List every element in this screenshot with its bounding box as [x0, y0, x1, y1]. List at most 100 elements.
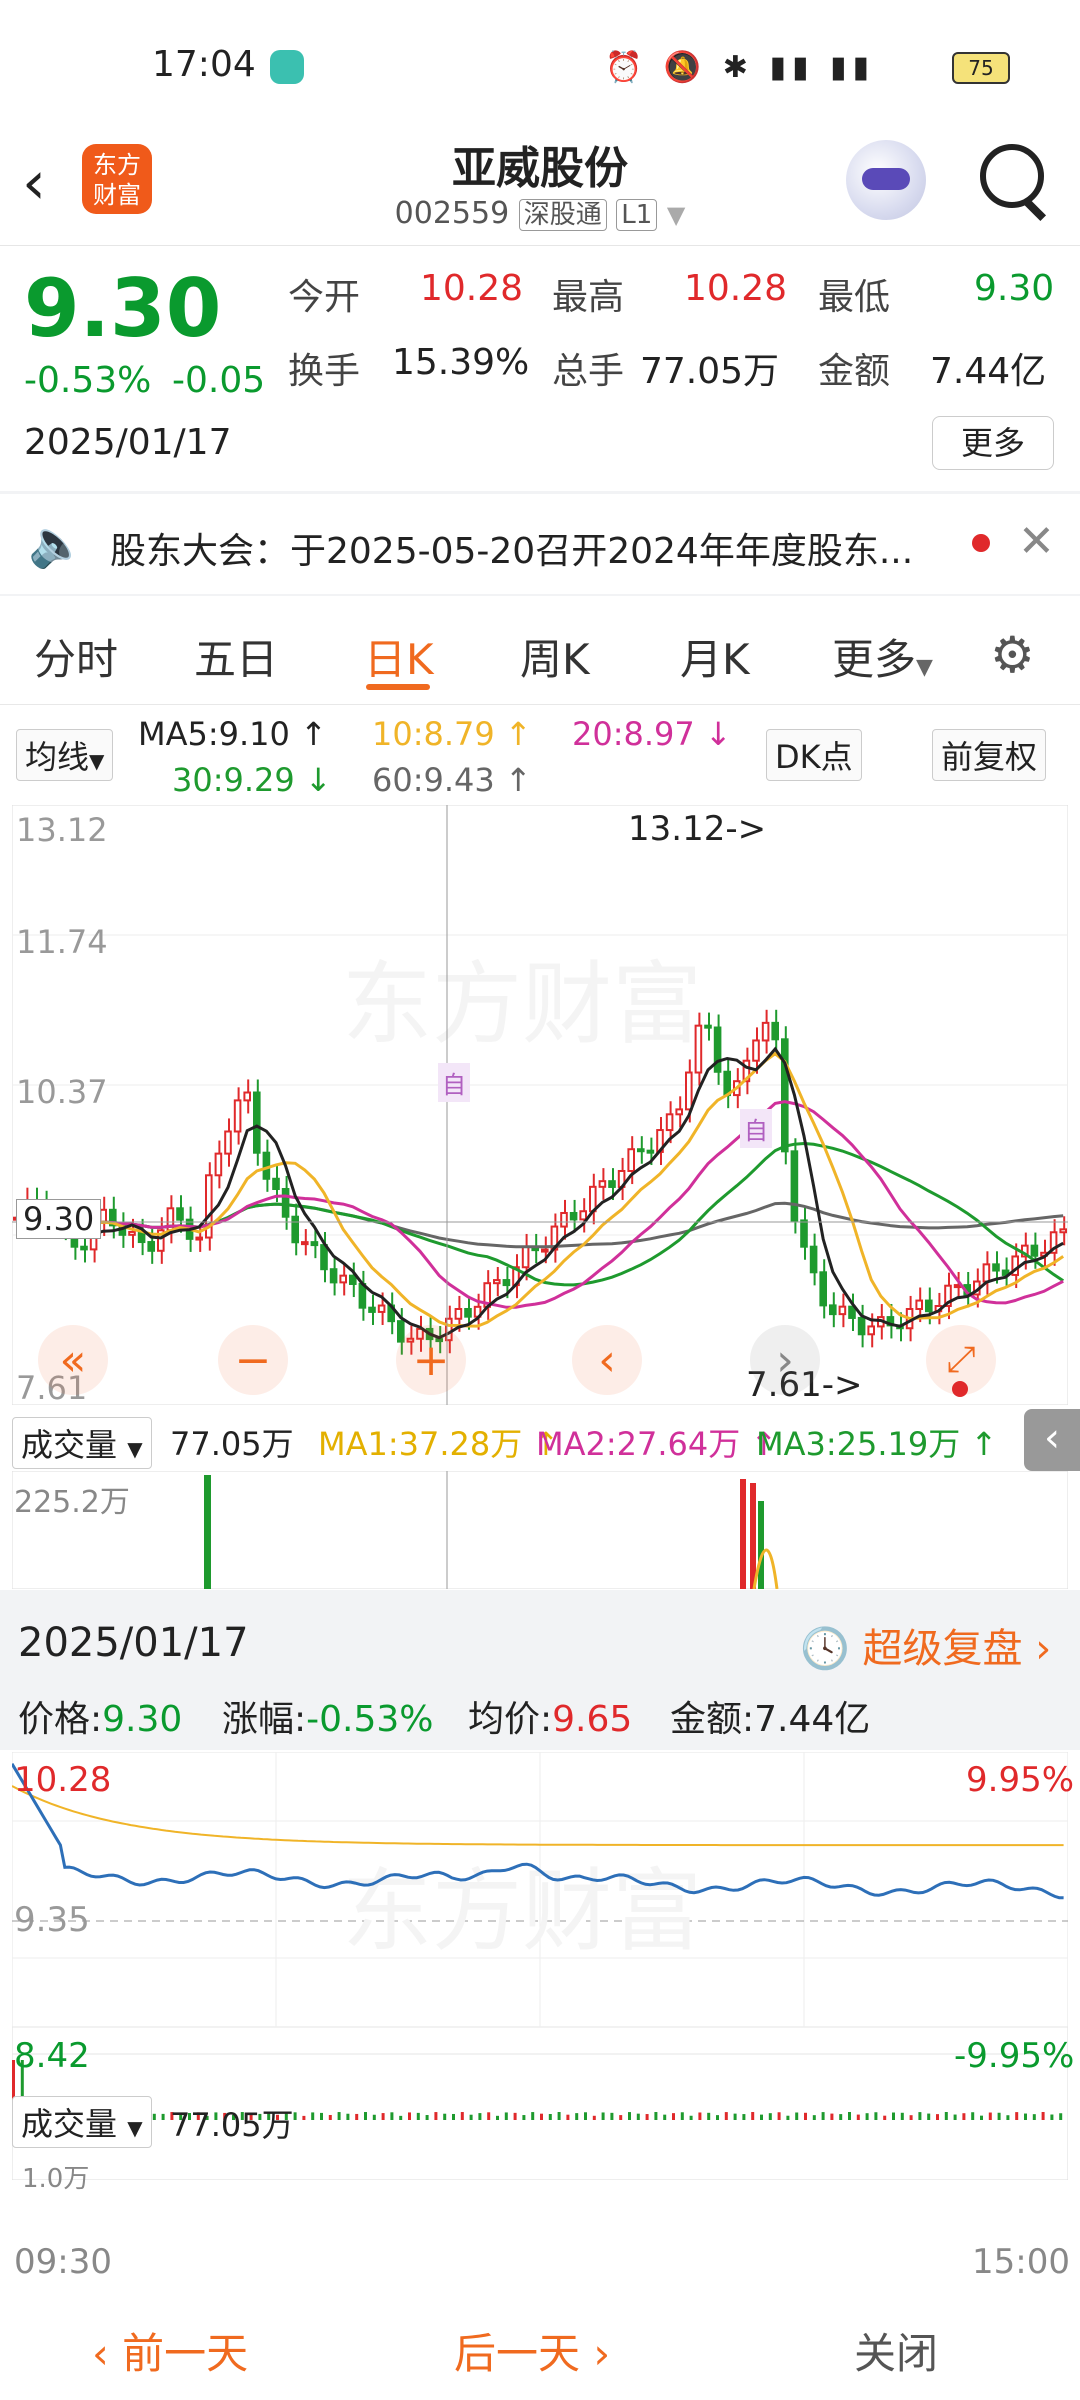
volume-indicator-selector[interactable]: 成交量 ▼	[12, 1417, 152, 1469]
intraday-volume-bar	[962, 2113, 966, 2120]
scroll-right-icon[interactable]: ›	[750, 1325, 820, 1395]
ma30-value: 30:9.29	[172, 761, 295, 799]
kline-chart-area[interactable]: 均线▼ MA5:9.10 ↑ 10:8.79 ↑ 20:8.97 ↓ 30:9.…	[0, 705, 1080, 1590]
scroll-left-icon[interactable]: ‹	[572, 1325, 642, 1395]
intraday-volume-bar	[883, 2115, 887, 2120]
intraday-volume-bar	[821, 2112, 825, 2120]
tab-daily-k[interactable]: 日K	[364, 626, 434, 687]
price-axis-3: 10.37	[16, 1073, 108, 1111]
stock-header: ‹ 东方 财富 亚威股份 002559 深股通 L1 ▼	[0, 130, 1080, 246]
amount-value: 7.44亿	[930, 351, 1047, 392]
intraday-volume-bar	[804, 2112, 807, 2120]
intraday-volume-bar	[575, 2113, 579, 2120]
review-average-value: 9.65	[552, 1699, 633, 1740]
candle-body	[560, 1211, 568, 1228]
event-marker[interactable]: 自	[740, 1109, 772, 1148]
settings-gear-icon[interactable]: ⚙	[990, 626, 1035, 684]
previous-day-button[interactable]: ‹ 前一天	[92, 2320, 248, 2381]
intraday-volume-bar	[487, 2112, 491, 2120]
close-icon[interactable]: ✕	[1018, 516, 1055, 567]
tab-more[interactable]: 更多▼	[832, 626, 933, 687]
notice-bar[interactable]: 🔈 股东大会：于2025-05-20召开2024年年度股东... ✕	[0, 494, 1080, 594]
volume-bar	[204, 1475, 211, 1589]
intraday-volume-bar	[628, 2112, 631, 2120]
intraday-volume-bar	[812, 2115, 816, 2120]
intraday-volume-bar	[936, 2114, 939, 2120]
time-start: 09:30	[14, 2242, 112, 2282]
arrow-down-icon: ↓	[704, 715, 732, 753]
collapse-panel-icon[interactable]: ‹	[1024, 1409, 1080, 1471]
intraday-volume-bar	[672, 2113, 675, 2120]
intraday-volume-bar	[988, 2112, 992, 2120]
intraday-volume-bar	[865, 2113, 869, 2120]
intraday-axis-top: 10.28	[14, 1760, 112, 1800]
candle-body	[723, 1070, 732, 1097]
kline-chart[interactable]: 东方财富	[12, 805, 1068, 1405]
zoom-in-icon[interactable]: +	[396, 1325, 466, 1395]
ma20-value: 20:8.97	[572, 715, 695, 753]
zoom-out-icon[interactable]: −	[218, 1325, 288, 1395]
intraday-volume-bar	[460, 2112, 464, 2120]
candle-body	[752, 1039, 760, 1062]
arrow-up-icon: ↑	[504, 761, 532, 799]
crosshair-price-label: 9.30	[16, 1199, 102, 1239]
tab-intraday[interactable]: 分时	[34, 626, 118, 687]
volume-ma3: MA3:25.19万 ↑	[756, 1419, 997, 1465]
candle-body	[665, 1113, 674, 1132]
intraday-volume-bar	[953, 2114, 957, 2120]
candle-body	[579, 1210, 588, 1221]
ma-selector[interactable]: 均线▼	[16, 729, 114, 781]
intraday-volume-bar	[777, 2112, 781, 2120]
watermark-text: 东方财富	[342, 952, 702, 1057]
more-button[interactable]: 更多	[932, 416, 1054, 470]
review-amount: 金额:7.44亿	[670, 1690, 870, 1742]
chevron-right-icon: ›	[1035, 1626, 1052, 1672]
notice-text: 股东大会：于2025-05-20召开2024年年度股东...	[110, 531, 914, 572]
intraday-volume-bar	[434, 2112, 438, 2120]
super-review-button[interactable]: 🕓 超级复盘 ›	[800, 1616, 1051, 1674]
intraday-volume-bar	[944, 2112, 948, 2120]
intraday-volume-bar	[874, 2112, 878, 2120]
event-marker[interactable]: 自	[438, 1063, 470, 1102]
intraday-volume-bar	[636, 2113, 640, 2120]
candle-body	[982, 1263, 991, 1283]
close-button[interactable]: 关闭	[854, 2320, 938, 2381]
candle-body	[368, 1306, 376, 1313]
status-bar: 17:04 ⏰ 🔕 ✱ ▮▮ ▮▮ 75	[0, 0, 1080, 130]
quote-date: 2025/01/17	[24, 422, 232, 463]
intraday-volume-bar	[610, 2112, 614, 2120]
stock-code: 002559	[394, 196, 510, 231]
search-icon[interactable]	[980, 144, 1044, 208]
robot-assistant-icon[interactable]	[846, 140, 926, 220]
volume-value: 77.05万	[170, 1425, 294, 1463]
tab-five-day[interactable]: 五日	[194, 626, 278, 687]
status-time: 17:04	[152, 44, 256, 85]
intraday-volume-bar	[504, 2112, 508, 2120]
tab-monthly-k[interactable]: 月K	[680, 626, 750, 687]
dropdown-caret-icon[interactable]: ▼	[667, 201, 685, 229]
scroll-left-fast-icon[interactable]: «	[38, 1325, 108, 1395]
intraday-volume-bar	[399, 2115, 403, 2120]
review-price-value: 9.30	[102, 1699, 183, 1740]
intraday-volume-bar	[1041, 2112, 1045, 2120]
chevron-left-icon: ‹	[92, 2329, 109, 2378]
review-price: 价格:9.30	[18, 1690, 182, 1742]
next-day-label: 后一天	[454, 2329, 581, 2378]
ma60-value: 60:9.43	[372, 761, 495, 799]
candle-body	[224, 1130, 232, 1155]
ma5-legend: MA5:9.10 ↑	[138, 715, 327, 753]
volume-bar	[750, 1483, 756, 1589]
intraday-volume-bar	[161, 2113, 165, 2120]
intraday-volume-selector[interactable]: 成交量 ▼	[12, 2096, 152, 2148]
dk-point-button[interactable]: DK点	[766, 729, 862, 781]
review-change-value: -0.53%	[306, 1699, 434, 1740]
ma20-legend: 20:8.97 ↓	[572, 715, 732, 753]
tab-weekly-k[interactable]: 周K	[520, 626, 590, 687]
intraday-volume-bar	[619, 2115, 623, 2120]
candle-body	[291, 1215, 299, 1244]
adjust-mode-button[interactable]: 前复权	[932, 729, 1047, 781]
intraday-volume-bar	[522, 2115, 526, 2120]
intraday-volume-bar	[1050, 2114, 1054, 2120]
intraday-pct-top: 9.95%	[966, 1760, 1075, 1800]
next-day-button[interactable]: 后一天 ›	[454, 2320, 610, 2381]
